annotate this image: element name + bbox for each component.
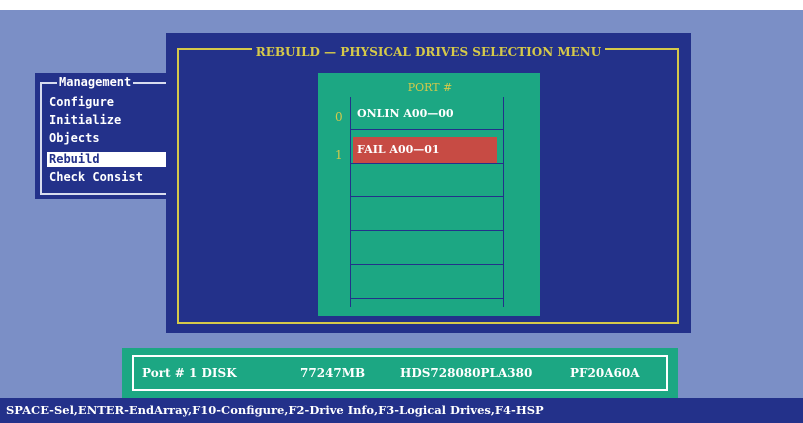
drive-port: Port # 1 DISK [142, 366, 237, 380]
menu-item-check-consistency[interactable]: Check Consist [47, 170, 169, 185]
drive-size: 77247MB [300, 366, 366, 380]
drive-info-bar: Port # 1 DISK 77247MB HDS728080PLA380 PF… [122, 348, 678, 398]
drive-index: 0 [335, 110, 343, 124]
grid-line [351, 298, 503, 299]
dialog-title-text: REBUILD — PHYSICAL DRIVES SELECTION MENU [251, 45, 606, 59]
drive-selection-panel: PORT # 0 1 ONLIN A00—00 FAIL A00—01 [318, 73, 540, 316]
grid-line [351, 163, 503, 164]
drive-grid: ONLIN A00—00 FAIL A00—01 [350, 97, 504, 307]
management-menu-title: Management [57, 75, 134, 89]
grid-line [351, 264, 503, 265]
drive-row-fail[interactable]: FAIL A00—01 [353, 137, 497, 163]
grid-line [351, 129, 503, 130]
menu-item-objects[interactable]: Objects [47, 131, 169, 146]
drive-row-online[interactable]: ONLIN A00—00 [353, 101, 497, 127]
drive-model: HDS728080PLA380 [400, 366, 533, 380]
key-help-bar: SPACE-Sel,ENTER-EndArray,F10-Configure,F… [0, 398, 803, 423]
drive-firmware: PF20A60A [570, 366, 640, 380]
drive-index: 1 [335, 148, 343, 162]
dialog-title: REBUILD — PHYSICAL DRIVES SELECTION MENU [166, 41, 691, 60]
menu-item-rebuild[interactable]: Rebuild [47, 152, 169, 167]
menu-item-initialize[interactable]: Initialize [47, 113, 169, 128]
management-menu: Management Configure Initialize Objects … [35, 73, 169, 199]
menu-item-configure[interactable]: Configure [47, 95, 169, 110]
drive-info-frame: Port # 1 DISK 77247MB HDS728080PLA380 PF… [132, 355, 668, 391]
grid-line [351, 230, 503, 231]
grid-line [351, 196, 503, 197]
rebuild-dialog: REBUILD — PHYSICAL DRIVES SELECTION MENU… [166, 33, 691, 333]
port-column-header: PORT # [407, 81, 453, 94]
